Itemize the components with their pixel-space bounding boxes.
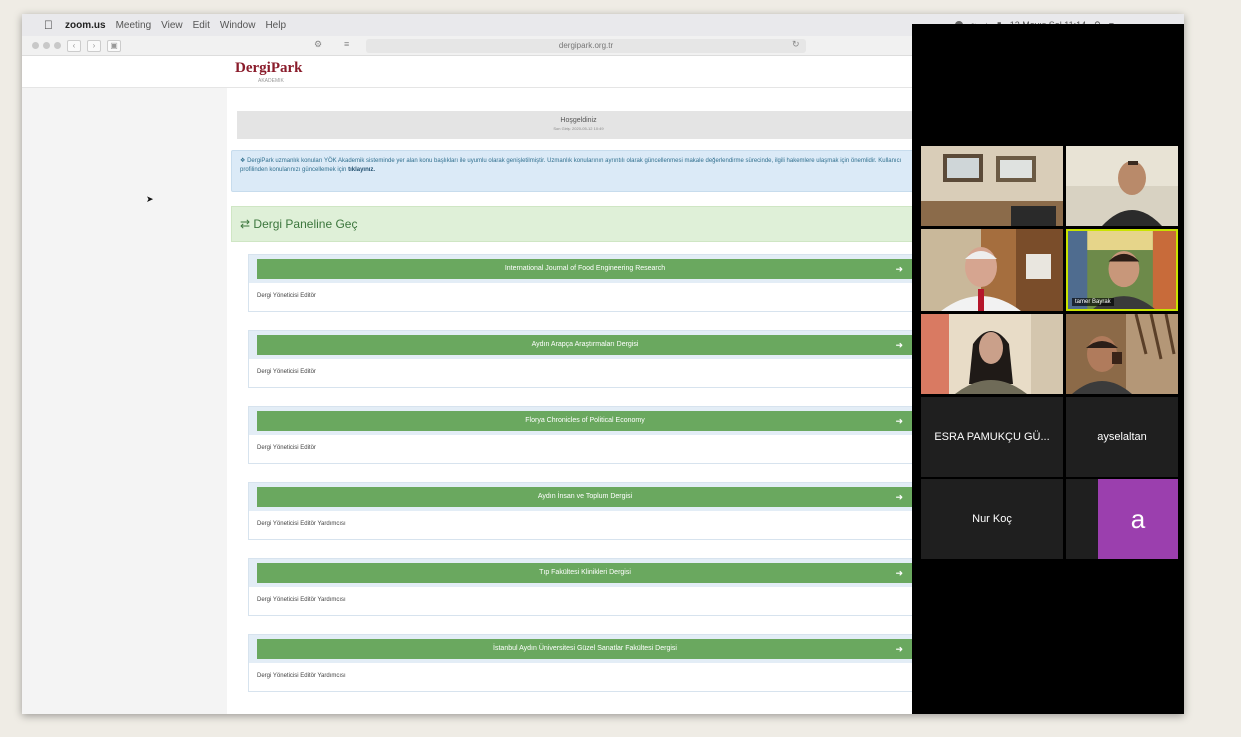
journal-name: Tıp Fakültesi Klinikleri Dergisi [539, 569, 631, 576]
video-tile-1[interactable] [921, 146, 1063, 226]
participant-name: ayselaltan [1097, 431, 1147, 443]
journal-button[interactable]: International Journal of Food Engineerin… [257, 259, 913, 279]
participant-name: ESRA PAMUKÇU GÜ... [934, 431, 1050, 443]
shield-icon[interactable]: ⚙ [314, 39, 322, 50]
mouse-cursor-icon: ➤ [146, 194, 154, 204]
arrow-right-icon: ➜ [895, 644, 903, 654]
journal-button[interactable]: Florya Chronicles of Political Economy ➜ [257, 411, 913, 431]
participant-name: Nur Koç [972, 513, 1012, 525]
participant-video [921, 314, 1063, 394]
participant-video [921, 229, 1063, 311]
journal-card: Aydın İnsan ve Toplum Dergisi ➜ Dergi Yö… [248, 482, 920, 540]
journal-role: Dergi Yöneticisi Editör [257, 445, 316, 451]
video-tile-5[interactable] [921, 314, 1063, 394]
video-tile-active-speaker[interactable]: tamer Bayrak [1066, 229, 1178, 311]
participant-video [1066, 146, 1178, 226]
arrow-right-icon: ➜ [895, 264, 903, 274]
reload-icon[interactable]: ↻ [792, 39, 800, 50]
menu-app[interactable]: zoom.us [65, 20, 106, 31]
journal-role: Dergi Yöneticisi Editör [257, 369, 316, 375]
zoom-gallery-bottom [1128, 654, 1184, 714]
arrow-right-icon: ➜ [895, 340, 903, 350]
video-tile-3[interactable] [921, 229, 1063, 311]
journal-button[interactable]: İstanbul Aydın Üniversitesi Güzel Sanatl… [257, 639, 913, 659]
welcome-box: Hoşgeldiniz Son Giriş: 2020-05-12 10:49 [237, 111, 920, 139]
participant-avatar: a [1098, 479, 1178, 559]
window-controls [32, 42, 61, 49]
zoom-dot-icon[interactable] [54, 42, 61, 49]
info-alert: ❖ DergiPark uzmanlık konuları YÖK Akadem… [231, 150, 921, 192]
participant-tile[interactable]: a [1066, 479, 1178, 559]
address-bar[interactable]: dergipark.org.tr [366, 39, 806, 53]
journal-role: Dergi Yöneticisi Editör Yardımcısı [257, 673, 346, 679]
journal-card: International Journal of Food Engineerin… [248, 254, 920, 312]
menu-edit[interactable]: Edit [193, 20, 210, 31]
menu-help[interactable]: Help [265, 20, 286, 31]
participant-video [1066, 314, 1178, 394]
back-button[interactable]: ‹ [67, 39, 81, 52]
journal-card: İstanbul Aydın Üniversitesi Güzel Sanatl… [248, 634, 920, 692]
last-login: Son Giriş: 2020-05-12 10:49 [553, 126, 604, 131]
alert-text: DergiPark uzmanlık konuları YÖK Akademik… [240, 158, 902, 173]
arrow-right-icon: ➜ [895, 416, 903, 426]
menu-meeting[interactable]: Meeting [116, 20, 152, 31]
shuffle-icon: ⇄ [240, 217, 251, 231]
journal-button[interactable]: Aydın İnsan ve Toplum Dergisi ➜ [257, 487, 913, 507]
video-tile-2[interactable] [1066, 146, 1178, 226]
sidebar-toggle-icon[interactable]: ▣ [107, 39, 121, 52]
journal-panel-heading: ⇄ Dergi Paneline Geç [231, 206, 921, 242]
info-icon: ❖ [240, 158, 246, 164]
apple-icon[interactable]:  [44, 18, 53, 32]
journal-card: Tıp Fakültesi Klinikleri Dergisi ➜ Dergi… [248, 558, 920, 616]
journal-role: Dergi Yöneticisi Editör Yardımcısı [257, 521, 346, 527]
journal-name: Aydın İnsan ve Toplum Dergisi [537, 493, 633, 500]
journal-name: Aydın Arapça Araştırmaları Dergisi [531, 341, 639, 348]
participant-tile[interactable]: ESRA PAMUKÇU GÜ... [921, 397, 1063, 477]
alert-link[interactable]: tıklayınız. [348, 167, 375, 173]
reader-icon[interactable]: ≡ [344, 39, 349, 49]
forward-button[interactable]: › [87, 39, 101, 52]
arrow-right-icon: ➜ [895, 568, 903, 578]
participant-video [921, 146, 1063, 226]
panel-heading-text: Dergi Paneline Geç [253, 217, 358, 231]
menu-view[interactable]: View [161, 20, 183, 31]
journal-role: Dergi Yöneticisi Editör Yardımcısı [257, 597, 346, 603]
logo-subtitle: AKADEMIK [258, 78, 284, 84]
video-tile-6[interactable] [1066, 314, 1178, 394]
close-dot-icon[interactable] [32, 42, 39, 49]
arrow-right-icon: ➜ [895, 492, 903, 502]
menu-window[interactable]: Window [220, 20, 256, 31]
dergipark-logo[interactable]: DergiPark [235, 60, 302, 77]
journal-button[interactable]: Aydın Arapça Araştırmaları Dergisi ➜ [257, 335, 913, 355]
journal-role: Dergi Yöneticisi Editör [257, 293, 316, 299]
journal-name: İstanbul Aydın Üniversitesi Güzel Sanatl… [493, 645, 677, 652]
journal-name: Florya Chronicles of Political Economy [525, 417, 645, 424]
participant-tile[interactable]: Nur Koç [921, 479, 1063, 559]
screenshot-frame:  zoom.us Meeting View Edit Window Help … [22, 14, 1184, 714]
welcome-title: Hoşgeldiniz [560, 117, 597, 124]
journal-card: Aydın Arapça Araştırmaları Dergisi ➜ Der… [248, 330, 920, 388]
journal-button[interactable]: Tıp Fakültesi Klinikleri Dergisi ➜ [257, 563, 913, 583]
minimize-dot-icon[interactable] [43, 42, 50, 49]
journal-name: International Journal of Food Engineerin… [504, 265, 666, 272]
participant-tile[interactable]: ayselaltan [1066, 397, 1178, 477]
journal-card: Florya Chronicles of Political Economy ➜… [248, 406, 920, 464]
video-name-tag: tamer Bayrak [1072, 298, 1114, 306]
